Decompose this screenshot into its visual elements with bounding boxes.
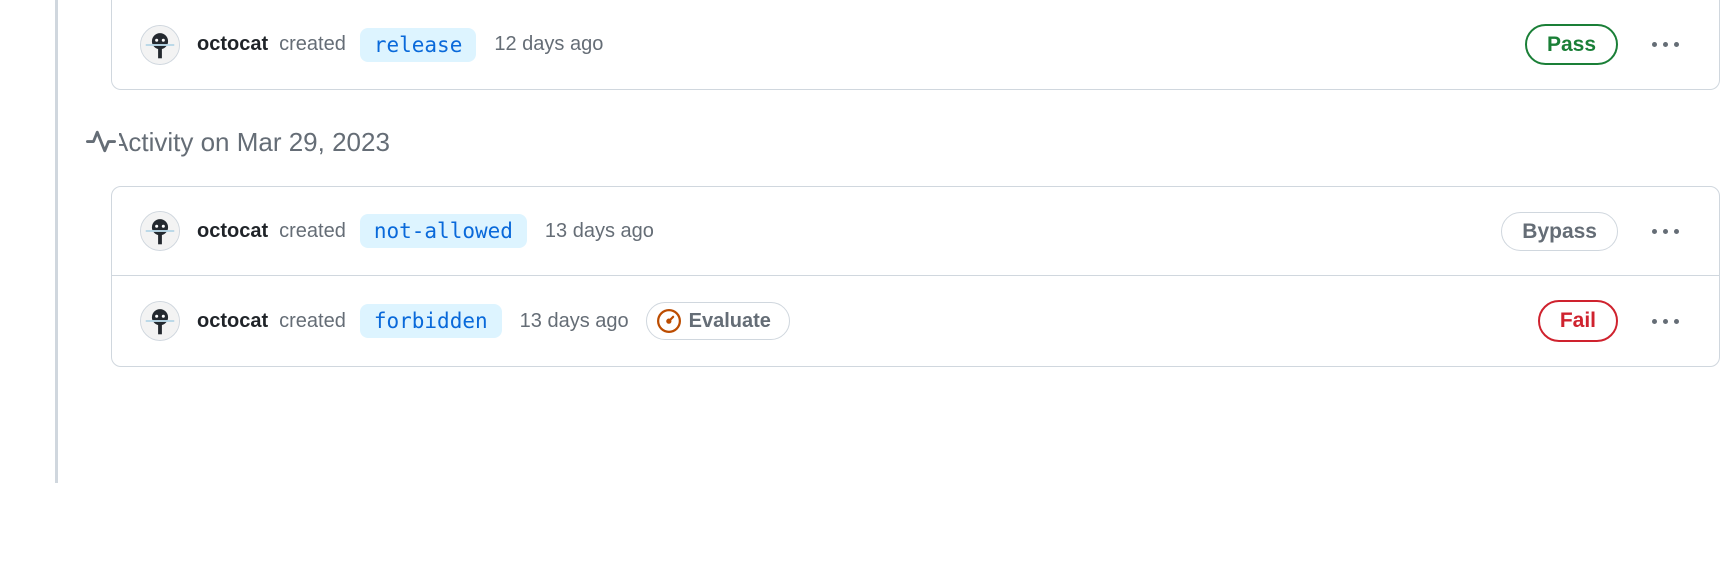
evaluate-pill[interactable]: Evaluate (646, 302, 790, 340)
activity-card: octocat created not-allowed 13 days ago … (111, 186, 1720, 366)
status-badge-bypass: Bypass (1501, 212, 1618, 251)
gauge-icon (657, 309, 681, 333)
section-header: Activity on Mar 29, 2023 (45, 122, 1720, 162)
actor-username[interactable]: octocat (197, 220, 268, 243)
action-label: created (279, 220, 346, 243)
avatar[interactable] (140, 211, 180, 251)
avatar[interactable] (140, 25, 180, 65)
kebab-menu-icon[interactable] (1642, 32, 1689, 57)
action-label: created (279, 310, 346, 333)
timestamp: 12 days ago (494, 33, 603, 56)
activity-row[interactable]: octocat created release 12 days ago Pass (112, 0, 1719, 89)
kebab-menu-icon[interactable] (1642, 309, 1689, 334)
actor-username[interactable]: octocat (197, 310, 268, 333)
timestamp: 13 days ago (520, 310, 629, 333)
pulse-icon (83, 124, 119, 160)
status-badge-pass: Pass (1525, 24, 1618, 65)
branch-chip[interactable]: forbidden (360, 304, 502, 338)
timestamp: 13 days ago (545, 220, 654, 243)
section-title: Activity on Mar 29, 2023 (111, 127, 390, 158)
activity-row[interactable]: octocat created not-allowed 13 days ago … (112, 187, 1719, 276)
activity-card: octocat created release 12 days ago Pass (111, 0, 1720, 90)
actor-username[interactable]: octocat (197, 33, 268, 56)
activity-row[interactable]: octocat created forbidden 13 days ago Ev… (112, 276, 1719, 365)
timeline-line (55, 0, 58, 483)
avatar[interactable] (140, 301, 180, 341)
status-badge-fail: Fail (1538, 300, 1618, 341)
branch-chip[interactable]: release (360, 28, 477, 62)
evaluate-label: Evaluate (689, 310, 771, 333)
action-label: created (279, 33, 346, 56)
branch-chip[interactable]: not-allowed (360, 214, 527, 248)
kebab-menu-icon[interactable] (1642, 219, 1689, 244)
